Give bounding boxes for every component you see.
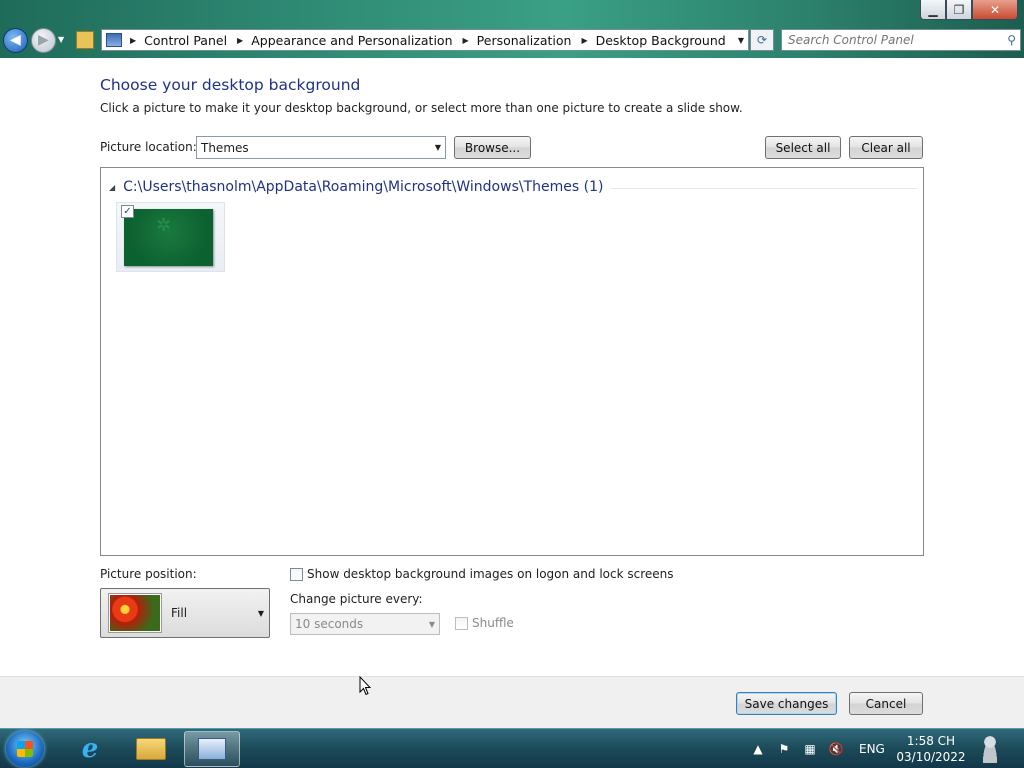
search-icon[interactable]: ⚲ xyxy=(1007,33,1016,47)
picture-location-select[interactable]: Themes ▼ xyxy=(196,136,446,159)
logon-background-label[interactable]: Show desktop background images on logon … xyxy=(307,567,674,581)
user-button[interactable] xyxy=(975,731,1005,767)
thumbnail-image[interactable]: ✲ xyxy=(124,209,213,266)
instructions-text: Click a picture to make it your desktop … xyxy=(100,101,743,115)
breadcrumb-personalization[interactable]: Personalization xyxy=(477,33,572,48)
shuffle-checkbox[interactable] xyxy=(455,616,468,630)
back-button[interactable]: ◀ xyxy=(3,28,28,53)
action-bar: Save changes Cancel xyxy=(0,676,1024,728)
address-dropdown-icon[interactable]: ▼ xyxy=(738,36,744,45)
thumbnail-checkbox[interactable]: ✓ xyxy=(121,205,134,218)
logon-background-checkbox[interactable] xyxy=(290,567,303,581)
recent-pages-dropdown-icon[interactable]: ▼ xyxy=(58,35,64,44)
chevron-down-icon: ▼ xyxy=(434,143,441,152)
chevron-right-icon[interactable]: ▶ xyxy=(130,36,136,45)
shuffle-option[interactable]: Shuffle xyxy=(455,616,514,630)
action-center-flag-icon[interactable]: ⚑ xyxy=(776,741,792,757)
chevron-right-icon[interactable]: ▶ xyxy=(463,36,469,45)
back-arrow-icon: ◀ xyxy=(10,32,21,48)
chevron-down-icon: ▼ xyxy=(428,619,435,629)
picture-location-value: Themes xyxy=(201,140,249,155)
taskbar-file-explorer[interactable] xyxy=(123,731,179,767)
position-preview-image xyxy=(109,594,161,632)
window-controls: ▁ ❐ ✕ xyxy=(920,0,1018,20)
interval-select[interactable]: 10 seconds ▼ xyxy=(290,613,440,635)
wallpaper-emblem-icon: ✲ xyxy=(156,215,172,236)
shuffle-label[interactable]: Shuffle xyxy=(472,616,514,630)
minimize-button[interactable]: ▁ xyxy=(920,0,946,20)
picture-position-label: Picture position: xyxy=(100,567,197,581)
picture-position-value: Fill xyxy=(171,606,188,620)
user-icon xyxy=(981,735,999,763)
breadcrumb-control-panel[interactable]: Control Panel xyxy=(144,33,227,48)
internet-explorer-icon: e xyxy=(81,734,99,764)
save-changes-button[interactable]: Save changes xyxy=(736,692,837,715)
restore-button[interactable]: ❐ xyxy=(946,0,972,20)
search-input[interactable] xyxy=(788,33,993,47)
search-box[interactable]: ⚲ xyxy=(781,29,1021,51)
clock-date: 03/10/2022 xyxy=(896,750,966,764)
close-button[interactable]: ✕ xyxy=(972,0,1018,20)
volume-muted-icon[interactable]: 🔇 xyxy=(828,741,844,757)
start-button[interactable] xyxy=(6,731,44,767)
window-title-bar: ▁ ❐ ✕ ◀ ▶ ▼ ▶ Control Panel ▶ Appearance… xyxy=(0,0,1024,58)
close-icon: ✕ xyxy=(989,2,1001,17)
show-hidden-icons-icon[interactable]: ▲ xyxy=(750,741,766,757)
breadcrumb-desktop-background[interactable]: Desktop Background xyxy=(596,33,726,48)
forward-button[interactable]: ▶ xyxy=(31,28,56,53)
picture-list[interactable]: ◢ C:\Users\thasnolm\AppData\Roaming\Micr… xyxy=(100,167,924,556)
main-content: Choose your desktop background Click a p… xyxy=(0,58,1024,676)
change-picture-label: Change picture every: xyxy=(290,592,423,606)
group-path: C:\Users\thasnolm\AppData\Roaming\Micros… xyxy=(123,179,604,195)
picture-position-select[interactable]: Fill ▼ xyxy=(100,588,270,638)
refresh-button[interactable]: ⟳ xyxy=(750,29,774,51)
logon-background-option[interactable]: Show desktop background images on logon … xyxy=(290,567,674,581)
taskbar-internet-explorer[interactable]: e xyxy=(62,731,118,767)
collapse-triangle-icon[interactable]: ◢ xyxy=(109,183,115,192)
chevron-right-icon[interactable]: ▶ xyxy=(237,36,243,45)
clock-time: 1:58 CH xyxy=(906,734,956,748)
clock[interactable]: 1:58 CH 03/10/2022 xyxy=(893,733,969,765)
breadcrumb-appearance[interactable]: Appearance and Personalization xyxy=(251,33,452,48)
page-title: Choose your desktop background xyxy=(100,76,361,94)
mouse-cursor-icon xyxy=(359,676,371,696)
refresh-icon: ⟳ xyxy=(756,33,768,47)
group-header[interactable]: ◢ C:\Users\thasnolm\AppData\Roaming\Micr… xyxy=(109,179,917,195)
taskbar: e ▲ ⚑ ▦ 🔇 ENG 1:58 CH 03/10/2022 xyxy=(0,728,1024,768)
language-indicator[interactable]: ENG xyxy=(859,742,885,756)
system-tray: ▲ ⚑ ▦ 🔇 ENG xyxy=(745,729,885,768)
cancel-button[interactable]: Cancel xyxy=(849,692,923,715)
up-folder-icon[interactable] xyxy=(76,31,94,49)
minimize-icon: ▁ xyxy=(928,2,938,17)
picture-location-label: Picture location: xyxy=(100,140,197,154)
control-panel-icon xyxy=(106,33,122,47)
address-bar[interactable]: ▶ Control Panel ▶ Appearance and Persona… xyxy=(101,29,749,51)
control-panel-icon xyxy=(198,738,226,760)
picture-thumbnail[interactable]: ✲ ✓ xyxy=(116,202,225,272)
folder-icon xyxy=(136,738,166,760)
browse-button[interactable]: Browse... xyxy=(454,136,531,159)
windows-logo-icon xyxy=(17,741,33,757)
interval-value: 10 seconds xyxy=(295,617,364,631)
clear-all-button[interactable]: Clear all xyxy=(849,136,923,159)
restore-icon: ❐ xyxy=(953,2,965,17)
chevron-down-icon: ▼ xyxy=(257,608,264,618)
select-all-button[interactable]: Select all xyxy=(765,136,841,159)
group-divider xyxy=(611,187,917,189)
network-icon[interactable]: ▦ xyxy=(802,741,818,757)
forward-arrow-icon: ▶ xyxy=(38,32,49,48)
chevron-right-icon[interactable]: ▶ xyxy=(581,36,587,45)
taskbar-control-panel[interactable] xyxy=(184,731,240,767)
